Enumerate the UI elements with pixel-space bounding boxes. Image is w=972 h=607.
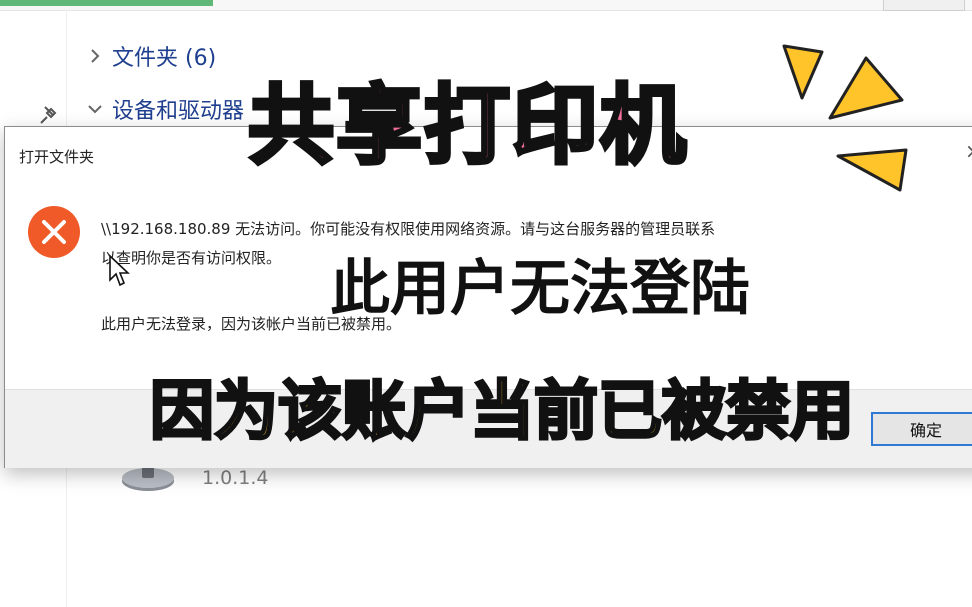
error-message: \\192.168.180.89 无法访问。你可能没有权限使用网络资源。请与这台…: [101, 220, 716, 238]
sparkle-decoration-icon: [782, 44, 908, 192]
overlay-subtitle: 此用户无法登陆: [330, 254, 750, 324]
section-devices-label: 设备和驱动器: [112, 99, 245, 124]
drive-label: 1.0.1.4: [202, 467, 269, 489]
error-icon: [28, 206, 80, 258]
overlay-title: 共享打印机: [246, 74, 688, 178]
toolbar-button[interactable]: [883, 0, 965, 11]
chevron-right-icon[interactable]: [86, 45, 104, 67]
progress-bar: [0, 0, 213, 6]
section-folders-label: 文件夹 (6): [112, 46, 217, 71]
dialog-title: 打开文件夹: [19, 148, 95, 166]
ok-button[interactable]: 确定: [871, 412, 972, 446]
top-strip: [0, 0, 972, 11]
section-devices[interactable]: 设备和驱动器: [86, 93, 244, 125]
chevron-down-icon[interactable]: [86, 98, 104, 120]
mouse-cursor-icon: [109, 254, 130, 287]
section-folders[interactable]: 文件夹 (6): [86, 40, 216, 72]
overlay-reason: 因为该账户当前已被禁用: [149, 374, 856, 451]
pin-icon[interactable]: [38, 104, 60, 126]
